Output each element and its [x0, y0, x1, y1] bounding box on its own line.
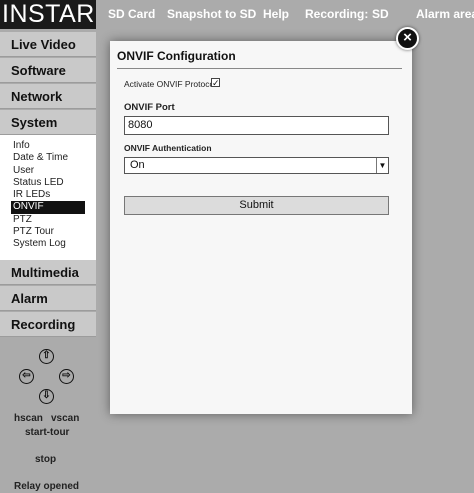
menu-software[interactable]: Software: [0, 58, 96, 83]
close-icon[interactable]: ×: [396, 27, 419, 50]
stop-button[interactable]: stop: [35, 454, 56, 465]
onvif-config-dialog: ONVIF Configuration × Activate ONVIF Pro…: [110, 27, 419, 414]
sidebar: Live Video Software Network System Info …: [0, 29, 96, 493]
menu-live-video[interactable]: Live Video: [0, 32, 96, 57]
recording-label: Recording:: [305, 7, 369, 21]
menu-network[interactable]: Network: [0, 84, 96, 109]
submenu-ir-leds[interactable]: IR LEDs: [0, 189, 96, 201]
menu-multimedia[interactable]: Multimedia: [0, 260, 96, 285]
onvif-auth-value: On: [130, 159, 145, 171]
arrow-down-icon[interactable]: ⇩: [39, 389, 54, 404]
nav-snapshot-to-sd[interactable]: Snapshot to SD: [167, 0, 256, 29]
menu-system[interactable]: System: [0, 110, 96, 135]
submenu-onvif[interactable]: ONVIF: [11, 201, 85, 214]
onvif-auth-select[interactable]: On ▼: [124, 157, 389, 174]
chevron-down-icon[interactable]: ▼: [376, 158, 388, 173]
vscan-button[interactable]: vscan: [51, 413, 79, 424]
arrow-right-icon[interactable]: ⇨: [59, 369, 74, 384]
submenu-date-time[interactable]: Date & Time: [0, 152, 96, 164]
hscan-button[interactable]: hscan: [14, 413, 43, 424]
recording-target[interactable]: SD: [372, 0, 389, 29]
start-tour-button[interactable]: start-tour: [25, 427, 69, 438]
onvif-port-label: ONVIF Port: [124, 102, 175, 113]
submenu-system-log[interactable]: System Log: [0, 238, 96, 250]
submenu-ptz[interactable]: PTZ: [0, 214, 96, 226]
menu-alarm[interactable]: Alarm: [0, 286, 96, 311]
menu-recording[interactable]: Recording: [0, 312, 96, 337]
arrow-up-icon[interactable]: ⇧: [39, 349, 54, 364]
submenu-user[interactable]: User: [0, 165, 96, 177]
arrow-left-icon[interactable]: ⇦: [19, 369, 34, 384]
instar-logo: INSTAR: [0, 0, 96, 29]
dialog-title: ONVIF Configuration: [117, 49, 236, 63]
submenu-info[interactable]: Info: [0, 140, 96, 152]
system-submenu: Info Date & Time User Status LED IR LEDs…: [0, 135, 96, 260]
top-bar: INSTAR SD Card Snapshot to SD Help Recor…: [0, 0, 474, 29]
activate-onvif-label: Activate ONVIF Protocol: [124, 79, 217, 89]
title-divider: [117, 68, 402, 69]
submenu-status-led[interactable]: Status LED: [0, 177, 96, 189]
relay-status[interactable]: Relay opened: [14, 481, 79, 492]
nav-sd-card[interactable]: SD Card: [108, 0, 155, 29]
submit-button[interactable]: Submit: [124, 196, 389, 215]
nav-alarm-area[interactable]: Alarm area: [416, 0, 474, 29]
nav-help[interactable]: Help: [263, 0, 289, 29]
onvif-auth-label: ONVIF Authentication: [124, 143, 212, 153]
submenu-ptz-tour[interactable]: PTZ Tour: [0, 226, 96, 238]
onvif-port-input[interactable]: 8080: [124, 116, 389, 135]
activate-onvif-checkbox[interactable]: ✓: [211, 78, 220, 88]
